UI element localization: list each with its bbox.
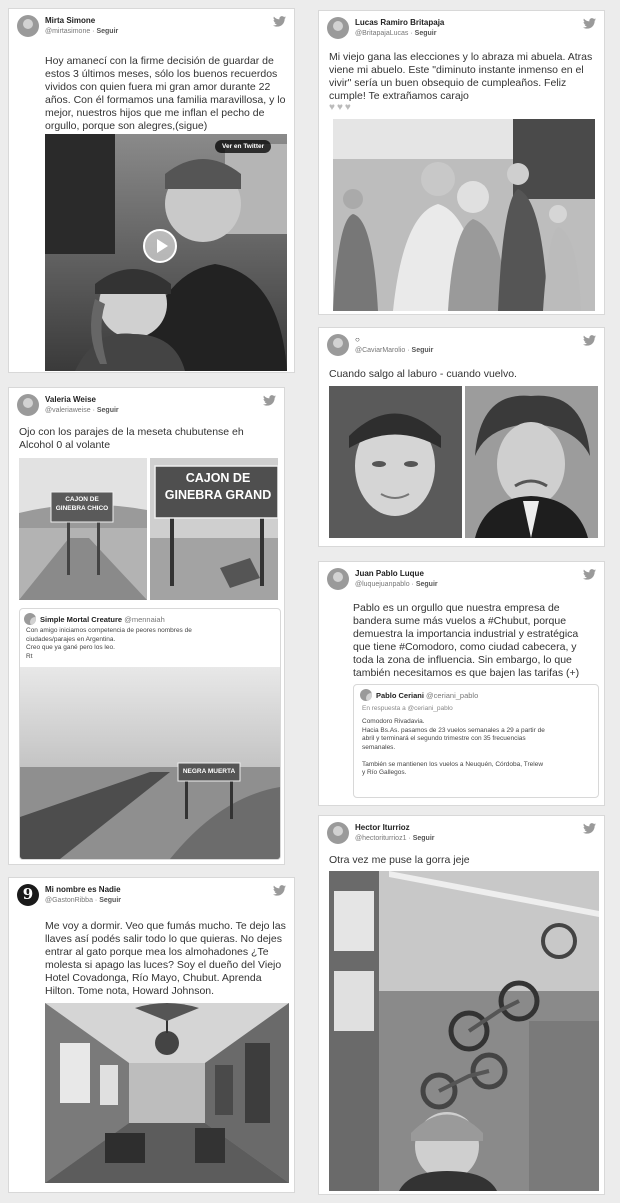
handle-text[interactable]: @GastonRibba — [45, 897, 93, 904]
user-handle: @valeriaweise · Seguir — [45, 407, 119, 414]
handle-text[interactable]: @mirtasimone — [45, 28, 90, 35]
tweet-card-valeria: Valeria Weise @valeriaweise · Seguir Ojo… — [8, 387, 285, 865]
play-icon[interactable] — [143, 229, 177, 263]
quote-handle: @ceriani_pablo — [426, 691, 479, 700]
quote-name-text: Simple Mortal Creature — [40, 615, 123, 624]
tweet-text: Mi viejo gana las elecciones y lo abraza… — [329, 51, 593, 102]
avatar[interactable] — [327, 568, 349, 590]
avatar[interactable]: 9 — [17, 884, 39, 906]
quote-user-name: Simple Mortal Creature @mennaiah — [40, 615, 165, 624]
user-handle: @mirtasimone · Seguir — [45, 28, 119, 35]
avatar[interactable] — [327, 17, 349, 39]
quote-avatar — [24, 613, 36, 625]
tweet-text: Cuando salgo al laburo - cuando vuelvo. — [329, 368, 517, 380]
tweet-text: Ojo con los parajes de la meseta chubute… — [19, 426, 244, 451]
quoted-tweet[interactable]: Pablo Ceriani @ceriani_pablo En respuest… — [353, 684, 599, 798]
hotel-hallway-photo — [45, 1003, 289, 1183]
user-name[interactable]: Mirta Simone — [45, 16, 95, 25]
quote-handle: @mennaiah — [124, 615, 165, 624]
road-sign-text-left: CAJON DE GINEBRA CHICO — [55, 496, 109, 512]
follow-button[interactable]: Seguir — [99, 897, 121, 904]
tweet-photo-right[interactable] — [465, 386, 598, 538]
quote-user-name: Pablo Ceriani @ceriani_pablo — [376, 691, 478, 700]
tweet-photo-left[interactable]: CAJON DE GINEBRA CHICO — [19, 458, 147, 600]
embrace-photo — [333, 119, 595, 311]
tweet-card-gaston: 9 Mi nombre es Nadie @GastonRibba · Segu… — [8, 877, 295, 1193]
tweet-text: Hoy amanecí con la firme decisión de gua… — [45, 55, 286, 132]
user-handle: @luquejuanpablo · Seguir — [355, 581, 438, 588]
quote-text: Comodoro Rivadavia. Hacia Bs.As. pasamos… — [362, 718, 545, 776]
follow-button[interactable]: Seguir — [412, 347, 434, 354]
user-name[interactable]: Hector Iturrioz — [355, 823, 410, 832]
follow-button[interactable]: Seguir — [415, 30, 437, 37]
tweet-text: Me voy a dormir. Veo que fumás mucho. Te… — [45, 920, 286, 997]
user-name[interactable]: Mi nombre es Nadie — [45, 885, 121, 894]
follow-button[interactable]: Seguir — [97, 407, 119, 414]
avatar[interactable] — [327, 822, 349, 844]
twitter-bird-icon — [583, 823, 596, 834]
tweet-card-juan: Juan Pablo Luque @luquejuanpablo · Segui… — [318, 561, 605, 806]
road-sign-photo — [19, 458, 147, 600]
avatar[interactable] — [327, 334, 349, 356]
heart-icons: ♥♥♥ — [329, 102, 353, 113]
user-name[interactable]: Lucas Ramiro Britapaja — [355, 18, 444, 27]
twitter-bird-icon — [583, 569, 596, 580]
view-on-twitter-button[interactable]: Ver en Twitter — [215, 140, 272, 153]
tweet-video[interactable]: Ver en Twitter — [45, 134, 287, 371]
user-name[interactable]: Valeria Weise — [45, 395, 96, 404]
tweet-header: Juan Pablo Luque @luquejuanpablo · Segui… — [319, 562, 604, 596]
tweet-card-caviar: ○ @CaviarMarolio · Seguir Cuando salgo a… — [318, 327, 605, 547]
tweet-header: Hector Iturrioz @hectoriturrioz1 · Segui… — [319, 816, 604, 850]
tweet-text: Otra vez me puse la gorra jeje — [329, 854, 470, 866]
tweet-header: 9 Mi nombre es Nadie @GastonRibba · Segu… — [9, 878, 294, 912]
twitter-bird-icon — [583, 18, 596, 29]
quote-avatar — [360, 689, 372, 701]
follow-button[interactable]: Seguir — [96, 28, 118, 35]
tweet-card-lucas: Lucas Ramiro Britapaja @BritapajaLucas ·… — [318, 10, 605, 315]
road-sign-text-right: CAJON DE GINEBRA GRAND — [164, 471, 272, 502]
avatar[interactable] — [17, 15, 39, 37]
handle-text[interactable]: @luquejuanpablo — [355, 581, 410, 588]
tweet-header: Mirta Simone @mirtasimone · Seguir — [9, 9, 294, 43]
quoted-tweet[interactable]: Simple Mortal Creature @mennaiah Con ami… — [19, 608, 281, 860]
twitter-bird-icon — [273, 885, 286, 896]
tweet-card-mirta: Mirta Simone @mirtasimone · Seguir Hoy a… — [8, 8, 295, 373]
user-handle: @BritapajaLucas · Seguir — [355, 30, 437, 37]
quote-name-text: Pablo Ceriani — [376, 691, 424, 700]
handle-text[interactable]: @CaviarMarolio — [355, 347, 405, 354]
tweet-header: Lucas Ramiro Britapaja @BritapajaLucas ·… — [319, 11, 604, 45]
avatar[interactable] — [17, 394, 39, 416]
twitter-bird-icon — [583, 335, 596, 346]
quote-photo: NEGRA MUERTA — [20, 667, 280, 859]
quote-text: Con amigo iniciamos competencia de peore… — [26, 627, 192, 660]
user-handle: @GastonRibba · Seguir — [45, 897, 121, 904]
tweet-photo-right[interactable]: CAJON DE GINEBRA GRAND — [150, 458, 278, 600]
handle-text[interactable]: @BritapajaLucas — [355, 30, 408, 37]
tweet-photo[interactable] — [45, 1003, 289, 1183]
avatar-glyph: 9 — [22, 885, 34, 903]
tweet-photo[interactable] — [333, 119, 595, 311]
twitter-bird-icon — [273, 16, 286, 27]
twitter-bird-icon — [263, 395, 276, 406]
highway-photo — [20, 667, 280, 859]
user-handle: @hectoriturrioz1 · Seguir — [355, 835, 435, 842]
store-bicycles-photo — [329, 871, 599, 1191]
quote-reply-to: En respuesta a @ceriani_pablo — [362, 705, 453, 712]
tweet-photo-left[interactable] — [329, 386, 462, 538]
handle-text[interactable]: @hectoriturrioz1 — [355, 835, 406, 842]
tweet-text: Pablo es un orgullo que nuestra empresa … — [353, 602, 580, 679]
tweet-photo[interactable] — [329, 871, 599, 1191]
portrait-older-photo — [465, 386, 598, 538]
portrait-young-photo — [329, 386, 462, 538]
user-name[interactable]: Juan Pablo Luque — [355, 569, 424, 578]
user-handle: @CaviarMarolio · Seguir — [355, 347, 434, 354]
follow-button[interactable]: Seguir — [416, 581, 438, 588]
tweet-header: Valeria Weise @valeriaweise · Seguir — [9, 388, 284, 422]
tweet-header: ○ @CaviarMarolio · Seguir — [319, 328, 604, 362]
handle-text[interactable]: @valeriaweise — [45, 407, 91, 414]
user-name[interactable]: ○ — [355, 335, 360, 344]
tweet-card-hector: Hector Iturrioz @hectoriturrioz1 · Segui… — [318, 815, 605, 1195]
quote-sign-text: NEGRA MUERTA — [182, 768, 236, 775]
follow-button[interactable]: Seguir — [413, 835, 435, 842]
